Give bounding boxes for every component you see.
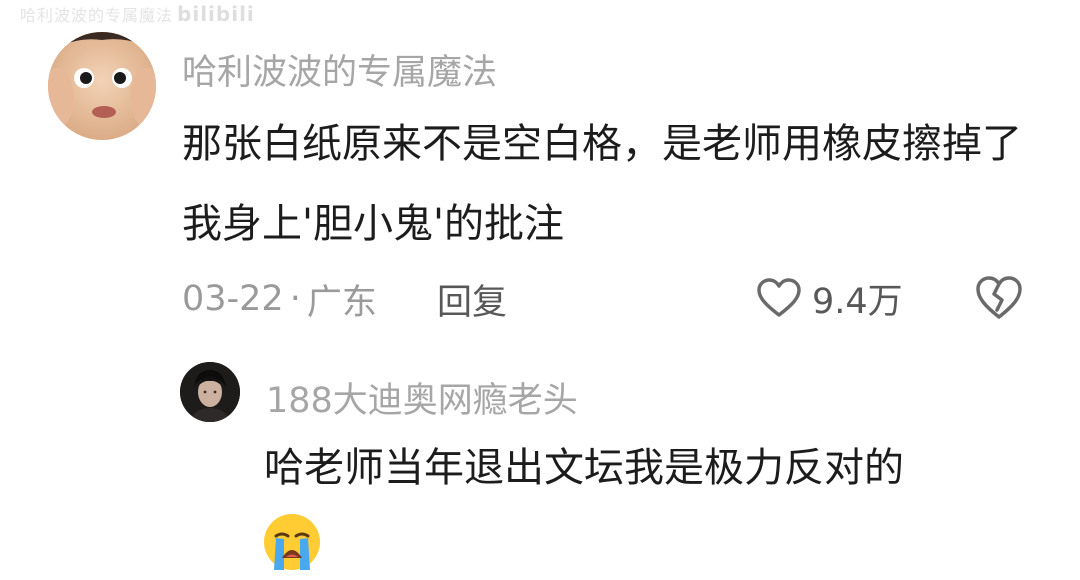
broken-heart-icon bbox=[976, 276, 1022, 319]
bilibili-logo: bilibili bbox=[177, 2, 255, 26]
dislike-button[interactable] bbox=[974, 274, 1024, 322]
reply-avatar-image bbox=[180, 362, 240, 422]
comment-meta: 03-22 · 广东 bbox=[182, 274, 377, 324]
like-button[interactable]: 9.4万 bbox=[756, 272, 903, 324]
reply-button[interactable]: 回复 bbox=[437, 274, 507, 324]
like-count: 9.4万 bbox=[812, 281, 903, 322]
comment-location: 广东 bbox=[306, 282, 377, 323]
comment-username[interactable]: 哈利波波的专属魔法 bbox=[182, 44, 497, 95]
avatar[interactable] bbox=[48, 32, 156, 140]
reply-text: 哈老师当年退出文坛我是极力反对的 bbox=[264, 445, 904, 491]
watermark-text: 哈利波波的专属魔法 bbox=[20, 6, 174, 25]
reply-username[interactable]: 188大迪奥网瘾老头 bbox=[266, 372, 578, 423]
heart-outline-icon bbox=[757, 278, 801, 317]
comment-text: 那张白纸原来不是空白格，是老师用橡皮擦掉了 我身上'胆小鬼'的批注 bbox=[182, 121, 1035, 247]
avatar-image bbox=[48, 32, 156, 140]
crying-face-emoji-icon bbox=[262, 512, 322, 572]
comment-date: 03-22 bbox=[182, 279, 284, 319]
meta-separator: · bbox=[289, 279, 301, 319]
top-watermark: 哈利波波的专属魔法 bilibili bbox=[20, 2, 255, 26]
reply-avatar[interactable] bbox=[180, 362, 240, 422]
